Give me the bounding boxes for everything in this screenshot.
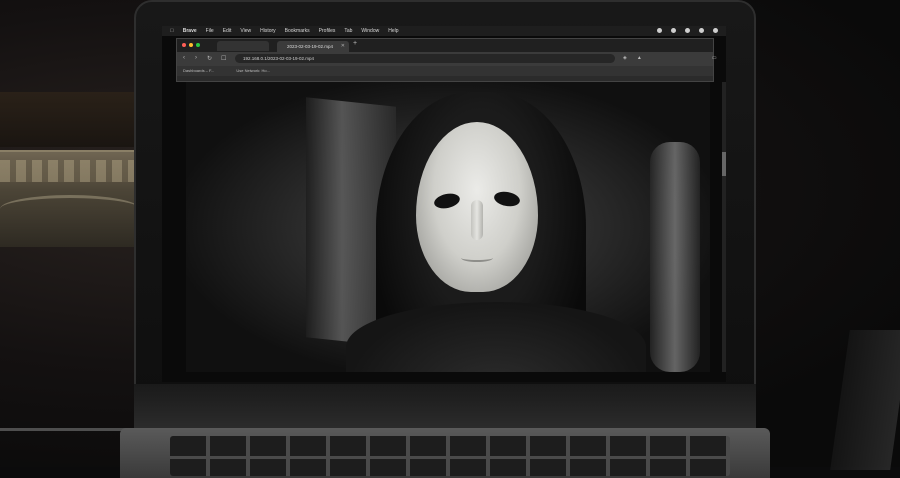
close-window-button[interactable] <box>182 43 186 47</box>
nav-bar: ‹ › ↻ ☐ 192.168.0.1/2023-02-03-19-02.mp4… <box>177 52 717 66</box>
tab-inactive[interactable] <box>217 41 269 51</box>
shelf-pattern <box>0 160 140 182</box>
status-icon[interactable] <box>671 28 676 33</box>
menubar-status-area <box>657 28 718 33</box>
menu-app-name[interactable]: Brave <box>183 28 197 34</box>
reload-icon[interactable]: ↻ <box>207 55 212 62</box>
bookmark-item[interactable]: Use Network: Ho... <box>236 66 270 76</box>
bookmarks-bar: Dashboards – F... Use Network: Ho... <box>177 66 713 76</box>
tab-title: 2023-02-03-19-02.mp4 <box>287 44 334 49</box>
mask-nose <box>471 200 483 240</box>
shelf-wave <box>0 195 140 223</box>
menu-profiles[interactable]: Profiles <box>319 28 336 34</box>
control-center-icon[interactable] <box>713 28 718 33</box>
keyboard-row-divider <box>170 456 730 459</box>
shield-icon[interactable]: ◈ <box>623 55 627 61</box>
laptop-screen:  Brave File Edit View History Bookmarks… <box>162 26 726 382</box>
bookmark-icon[interactable]: ☐ <box>221 55 226 62</box>
address-bar[interactable]: 192.168.0.1/2023-02-03-19-02.mp4 <box>235 54 615 63</box>
sidebar-icon[interactable]: ▭ <box>712 55 717 61</box>
menu-window[interactable]: Window <box>361 28 379 34</box>
tab-active[interactable]: 2023-02-03-19-02.mp4 ✕ <box>277 41 349 52</box>
menu-file[interactable]: File <box>206 28 214 34</box>
bookmark-item[interactable]: Dashboards – F... <box>183 66 214 76</box>
browser-window: 2023-02-03-19-02.mp4 ✕ + ‹ › ↻ ☐ 192.168… <box>176 38 717 82</box>
forward-icon[interactable]: › <box>195 55 197 61</box>
search-icon[interactable] <box>699 28 704 33</box>
laptop-chin <box>134 384 756 430</box>
door-frame-right <box>650 142 700 372</box>
apple-icon[interactable]:  <box>170 28 174 34</box>
mask-mouth <box>461 254 493 262</box>
menu-edit[interactable]: Edit <box>223 28 232 34</box>
menu-view[interactable]: View <box>240 28 251 34</box>
macos-menubar:  Brave File Edit View History Bookmarks… <box>162 26 726 36</box>
menu-history[interactable]: History <box>260 28 276 34</box>
extension-icon[interactable]: ▲ <box>637 55 642 61</box>
status-icon[interactable] <box>657 28 662 33</box>
menu-tab[interactable]: Tab <box>344 28 352 34</box>
menu-help[interactable]: Help <box>388 28 398 34</box>
page-scrollbar[interactable] <box>722 82 726 372</box>
minimize-window-button[interactable] <box>189 43 193 47</box>
menu-bookmarks[interactable]: Bookmarks <box>285 28 310 34</box>
wifi-icon[interactable] <box>685 28 690 33</box>
back-icon[interactable]: ‹ <box>183 55 185 61</box>
scroll-thumb[interactable] <box>722 152 726 176</box>
window-controls <box>182 43 200 47</box>
zoom-window-button[interactable] <box>196 43 200 47</box>
tab-bar: 2023-02-03-19-02.mp4 ✕ + <box>177 39 713 52</box>
new-tab-button[interactable]: + <box>353 40 357 47</box>
toolbar-actions: ◈ ▲ ▭ ≡ <box>623 55 726 61</box>
video-player[interactable] <box>186 82 710 372</box>
url-text: 192.168.0.1/2023-02-03-19-02.mp4 <box>243 56 315 61</box>
close-icon[interactable]: ✕ <box>341 41 345 52</box>
